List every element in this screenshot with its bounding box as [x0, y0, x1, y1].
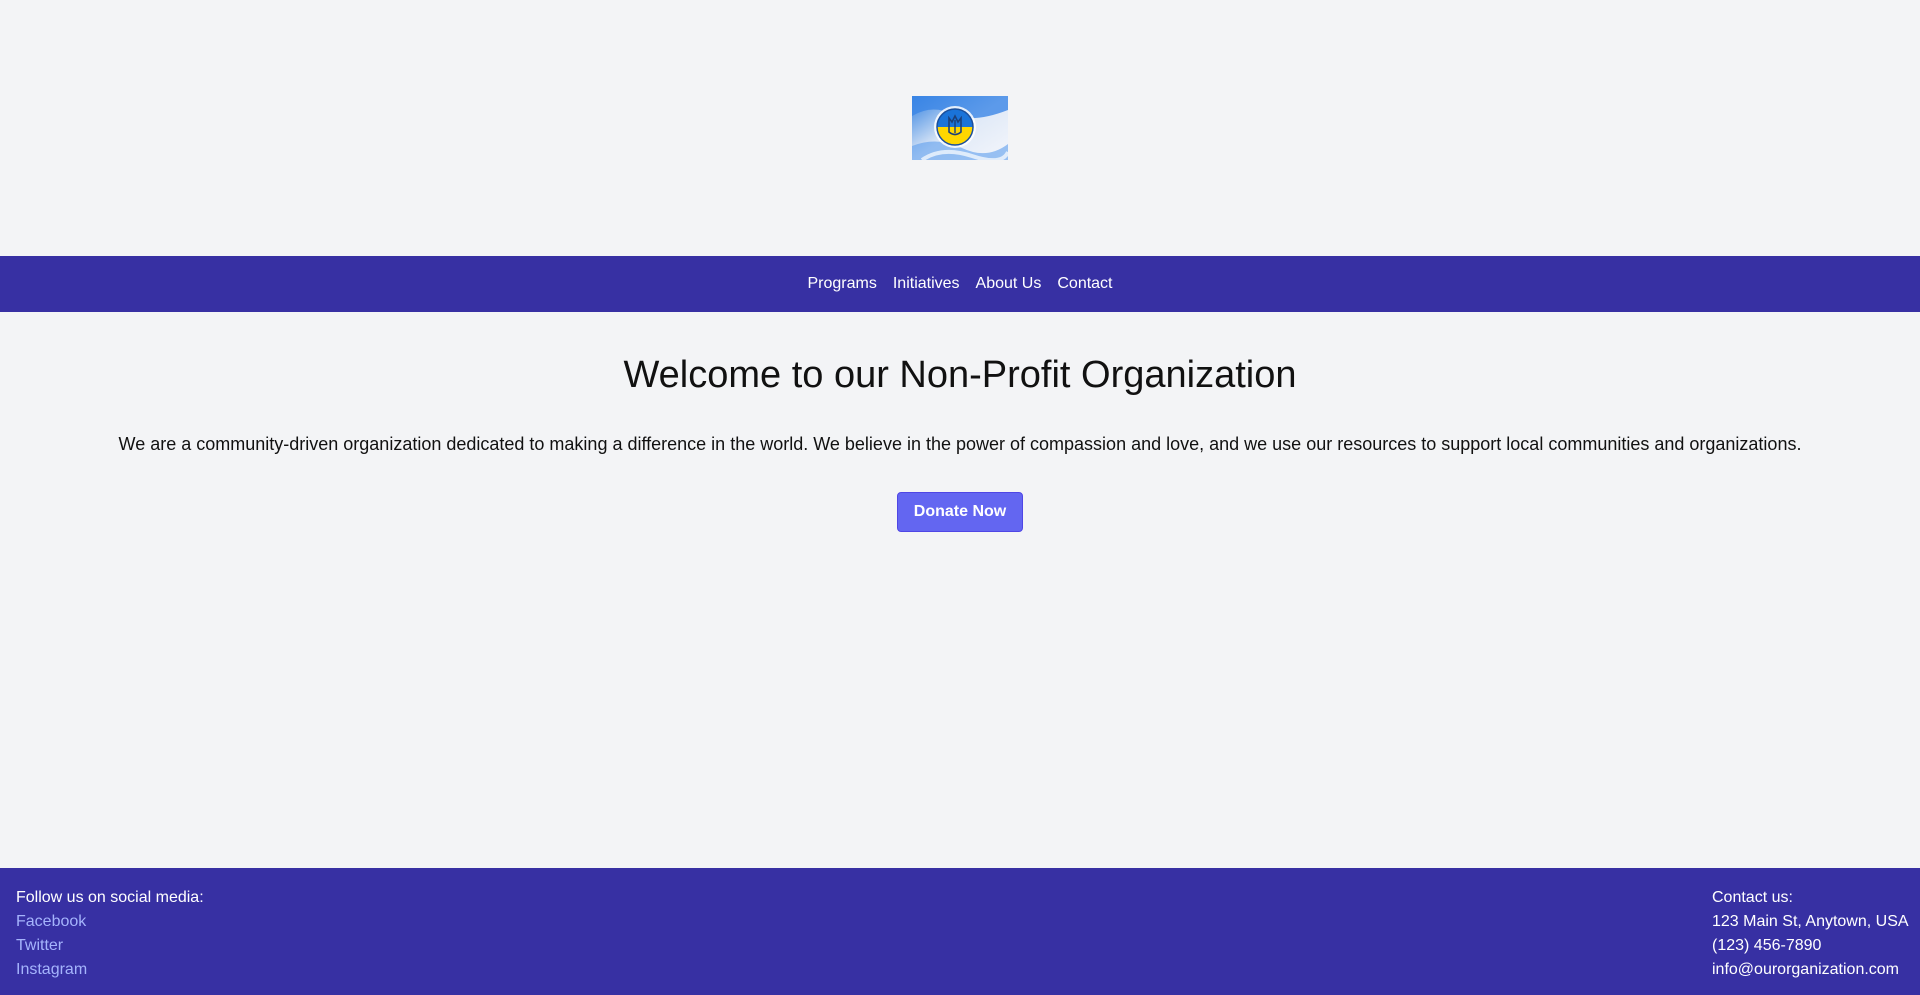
- nav-link-contact[interactable]: Contact: [1057, 276, 1112, 292]
- ukraine-flag-icon: [912, 96, 1008, 160]
- social-heading: Follow us on social media:: [16, 889, 204, 906]
- facebook-link[interactable]: Facebook: [16, 910, 204, 934]
- contact-phone: (123) 456-7890: [1712, 937, 1822, 954]
- social-media-section: Follow us on social media: Facebook Twit…: [16, 886, 204, 982]
- contact-section: Contact us: 123 Main St, Anytown, USA (1…: [1712, 886, 1909, 982]
- instagram-link[interactable]: Instagram: [16, 958, 204, 982]
- page-title: Welcome to our Non-Profit Organization: [623, 354, 1297, 396]
- nav-link-initiatives[interactable]: Initiatives: [893, 276, 960, 292]
- hero-description: We are a community-driven organization d…: [118, 434, 1802, 454]
- nav-link-about-us[interactable]: About Us: [976, 276, 1042, 292]
- nav-link-programs[interactable]: Programs: [807, 276, 876, 292]
- main-navigation: Programs Initiatives About Us Contact: [0, 256, 1920, 312]
- donate-now-button[interactable]: Donate Now: [897, 492, 1023, 532]
- contact-email: info@ourorganization.com: [1712, 961, 1900, 978]
- contact-address: 123 Main St, Anytown, USA: [1712, 913, 1909, 930]
- logo-image: [912, 96, 1008, 160]
- page: Programs Initiatives About Us Contact We…: [0, 0, 1920, 995]
- site-footer: Follow us on social media: Facebook Twit…: [0, 868, 1920, 995]
- contact-heading: Contact us:: [1712, 889, 1793, 906]
- twitter-link[interactable]: Twitter: [16, 934, 204, 958]
